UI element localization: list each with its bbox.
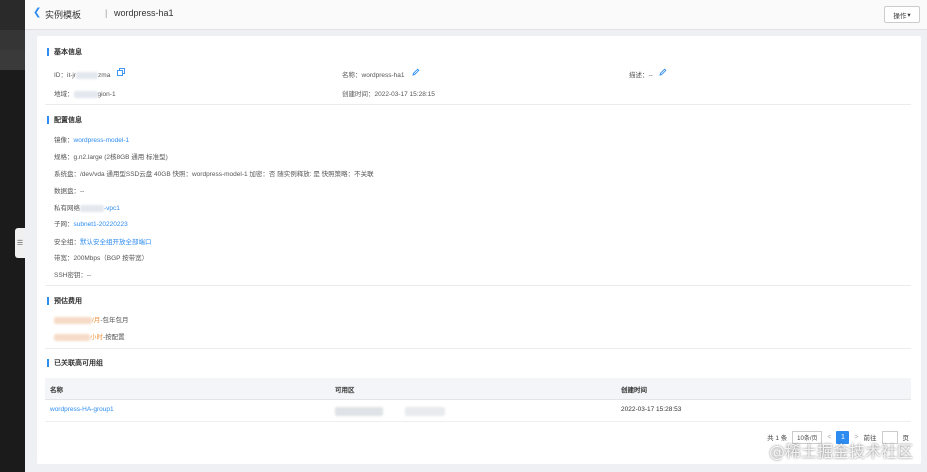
sysdisk-value: /dev/vda 通用型SSD云盘 40GB 快照：wordpress-mode… <box>80 171 374 178</box>
vpc-label: 私有网络 <box>54 205 80 212</box>
monthly-cost-row: /月-包年包月 <box>54 314 128 324</box>
sidebar-top <box>0 0 25 30</box>
action-button-label: 操作 <box>893 12 907 20</box>
spec-value: g.n2.large (2核8GB 通用 标准型) <box>73 154 168 161</box>
copy-icon[interactable] <box>117 68 125 76</box>
region-suffix: gion-1 <box>97 91 116 98</box>
spec-label: 规格： <box>54 154 74 161</box>
caret-down-icon: ▾ <box>907 11 911 19</box>
redacted-block <box>405 407 445 416</box>
desc-label: 描述： <box>629 72 649 79</box>
action-dropdown-button[interactable]: 操作 ▾ <box>884 6 920 23</box>
edit-desc-icon[interactable] <box>659 68 667 76</box>
created-value: 2022-03-17 15:28:15 <box>374 91 435 98</box>
datadisk-value: -- <box>80 188 85 195</box>
breadcrumb-parent[interactable]: 实例模板 <box>45 8 81 21</box>
redacted-price <box>54 316 92 324</box>
subnet-row: 子网：subnet1-20220223 <box>54 218 128 228</box>
redacted-price <box>54 333 90 341</box>
edit-name-icon[interactable] <box>412 68 420 76</box>
spec-row: 规格：g.n2.large (2核8GB 通用 标准型) <box>54 151 168 161</box>
ha-group-table: 名称 可用区 创建时间 wordpress-HA-group1 2022-03-… <box>45 378 911 422</box>
column-header-zone: 可用区 <box>335 387 355 394</box>
watermark: @稀土掘金技术社区 <box>768 442 913 461</box>
created-label: 创建时间： <box>342 91 375 98</box>
name-value: wordpress-ha1 <box>361 72 405 79</box>
divider <box>45 104 911 105</box>
table-row[interactable]: wordpress-HA-group1 2022-03-17 15:28:53 <box>45 400 911 422</box>
hourly-unit: 小时 <box>90 334 103 341</box>
sidebar-item[interactable] <box>0 30 25 50</box>
monthly-note: -包年包月 <box>100 317 129 324</box>
zone-cell <box>335 407 445 416</box>
desc-value: -- <box>648 72 653 79</box>
sysdisk-label: 系统盘： <box>54 171 80 178</box>
bandwidth-value: 200Mbps（BGP 按带宽） <box>73 255 149 262</box>
region-label: 地域： <box>54 91 74 98</box>
sg-label: 安全组： <box>54 239 80 246</box>
subnet-link[interactable]: subnet1-20220223 <box>74 221 128 228</box>
main-panel: ❮ 实例模板 | wordpress-ha1 操作 ▾ 基本信息 ID：it-j… <box>25 0 927 472</box>
bandwidth-row: 带宽：200Mbps（BGP 按带宽） <box>54 252 148 262</box>
subnet-label: 子网： <box>54 221 74 228</box>
ssh-value: -- <box>86 272 92 279</box>
datadisk-row: 数据盘：-- <box>54 185 84 195</box>
sg-row: 安全组：默认安全组开放全部端口 <box>54 236 152 246</box>
section-title-config: 配置信息 <box>47 115 82 125</box>
sysdisk-row: 系统盘：/dev/vda 通用型SSD云盘 40GB 快照：wordpress-… <box>54 168 374 178</box>
datadisk-label: 数据盘： <box>54 188 80 195</box>
top-bar: ❮ 实例模板 | wordpress-ha1 操作 ▾ <box>25 0 927 30</box>
redacted-block <box>73 90 98 98</box>
image-label: 镜像： <box>54 137 74 144</box>
column-header-name: 名称 <box>50 387 63 394</box>
id-suffix: zma <box>98 72 111 79</box>
ssh-row: SSH密钥：-- <box>54 269 91 279</box>
id-prefix: it-jr <box>67 72 77 79</box>
bandwidth-label: 带宽： <box>54 255 74 262</box>
name-label: 名称： <box>342 72 362 79</box>
hourly-note: -按配置 <box>103 334 125 341</box>
security-group-link[interactable]: 默认安全组开放全部端口 <box>80 239 152 246</box>
breadcrumb-separator: | <box>105 8 108 18</box>
sidebar-collapse-toggle[interactable]: ☰ <box>15 228 25 258</box>
redacted-block <box>80 204 104 212</box>
vpc-link[interactable]: -vpc1 <box>104 205 120 212</box>
image-link[interactable]: wordpress-model-1 <box>74 137 130 144</box>
desc-row: 描述：-- <box>629 69 653 79</box>
ssh-label: SSH密钥： <box>54 272 87 279</box>
sidebar-item-active[interactable] <box>0 50 25 70</box>
divider <box>45 285 911 286</box>
page-title: wordpress-ha1 <box>114 8 174 18</box>
chevron-left-icon[interactable]: ❮ <box>33 7 41 18</box>
column-header-created: 创建时间 <box>621 387 647 394</box>
redacted-block <box>76 71 99 79</box>
name-row: 名称：wordpress-ha1 <box>342 69 405 79</box>
region-row: 地域： gion-1 <box>54 88 116 98</box>
table-header: 名称 可用区 创建时间 <box>45 378 911 400</box>
section-title-basic: 基本信息 <box>47 47 82 57</box>
created-row: 创建时间：2022-03-17 15:28:15 <box>342 88 435 98</box>
redacted-block <box>335 407 383 416</box>
id-row: ID：it-jr zma <box>54 69 110 79</box>
divider <box>45 348 911 349</box>
section-title-ha: 已关联高可用组 <box>47 358 103 368</box>
section-title-cost: 预估费用 <box>47 296 82 306</box>
id-label: ID： <box>54 72 67 79</box>
ha-group-name-link[interactable]: wordpress-HA-group1 <box>50 406 114 413</box>
vpc-row: 私有网络 -vpc1 <box>54 202 120 212</box>
hourly-cost-row: 小时-按配置 <box>54 331 125 341</box>
created-cell: 2022-03-17 15:28:53 <box>621 406 682 413</box>
image-row: 镜像：wordpress-model-1 <box>54 134 129 144</box>
